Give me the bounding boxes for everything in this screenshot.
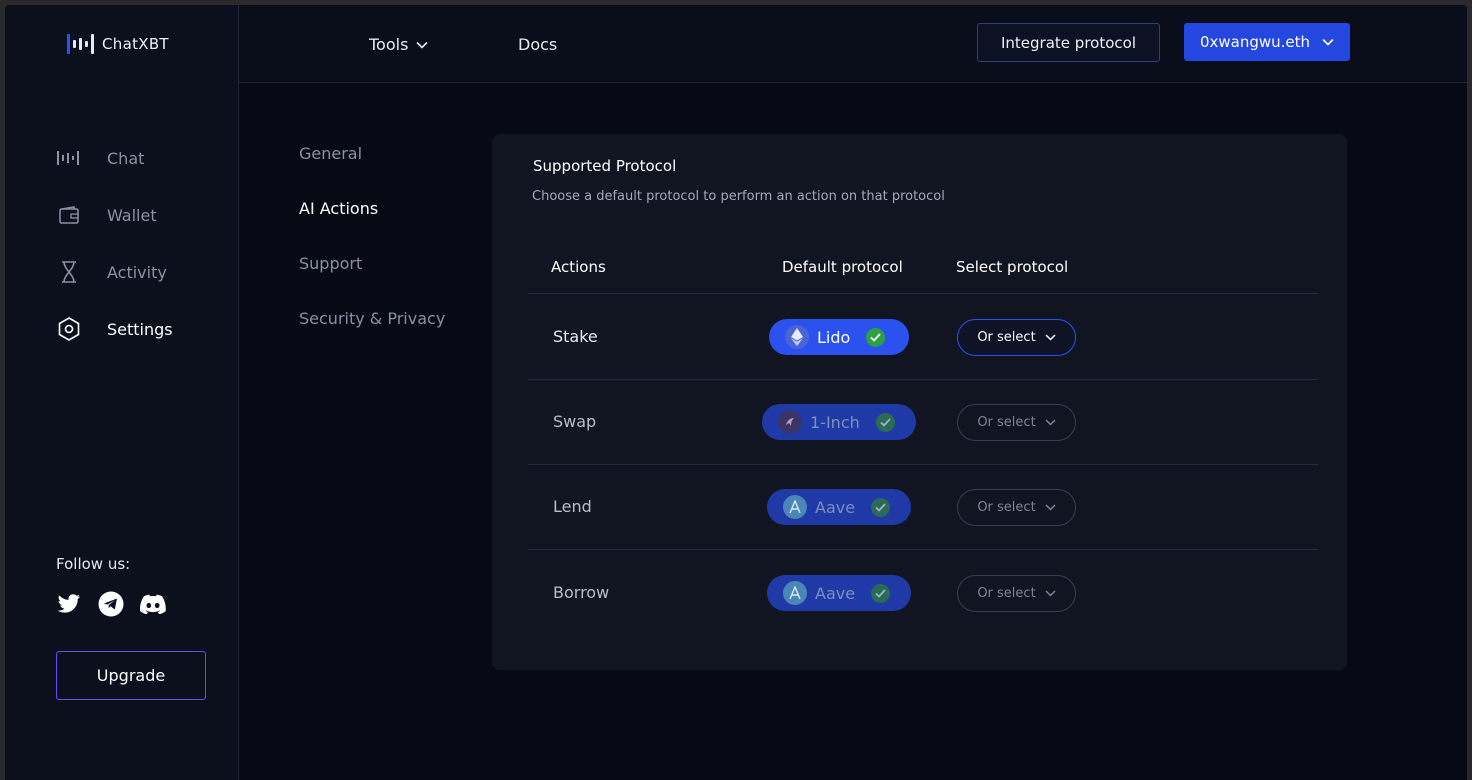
wallet-address: 0xwangwu.eth	[1199, 33, 1311, 51]
sidebar-item-settings[interactable]: Settings	[57, 310, 173, 348]
select-protocol-dropdown[interactable]: Or select	[957, 575, 1076, 612]
column-header-select-protocol: Select protocol	[956, 258, 1069, 276]
discord-icon[interactable]	[140, 591, 166, 617]
action-name: Swap	[553, 412, 597, 431]
aave-icon	[783, 495, 807, 519]
sidebar-item-wallet[interactable]: Wallet	[57, 196, 173, 234]
chevron-down-icon	[1322, 38, 1334, 46]
protocol-name: Aave	[815, 583, 856, 603]
action-name: Borrow	[553, 583, 610, 602]
protocol-name: Aave	[815, 497, 856, 517]
sidebar-nav: Chat Wallet Activity Settings	[57, 139, 173, 367]
follow-label: Follow us:	[56, 555, 131, 573]
settings-tab-support[interactable]: Support	[299, 254, 445, 309]
oneinch-icon	[778, 410, 802, 434]
table-row: Borrow Aave Or select	[528, 551, 1318, 636]
action-name: Lend	[553, 497, 592, 516]
wallet-account-button[interactable]: 0xwangwu.eth	[1184, 23, 1350, 61]
protocol-name: 1-Inch	[810, 412, 860, 432]
select-protocol-dropdown[interactable]: Or select	[957, 319, 1076, 356]
column-header-default-protocol: Default protocol	[782, 258, 903, 276]
telegram-icon[interactable]	[98, 591, 124, 617]
hourglass-icon	[57, 260, 81, 284]
aave-icon	[783, 581, 807, 605]
chevron-down-icon	[1045, 590, 1056, 597]
table-row: Stake Lido Or select	[528, 295, 1318, 380]
card-subtitle: Choose a default protocol to perform an …	[532, 189, 945, 204]
sidebar-item-label: Activity	[107, 262, 167, 282]
select-label: Or select	[977, 500, 1036, 515]
hexagon-settings-icon	[57, 317, 81, 341]
settings-tab-security-privacy[interactable]: Security & Privacy	[299, 309, 445, 364]
chevron-down-icon	[1045, 334, 1056, 341]
select-protocol-dropdown[interactable]: Or select	[957, 489, 1076, 526]
brand-name: ChatXBT	[102, 35, 169, 53]
sidebar-item-label: Wallet	[107, 205, 157, 225]
sidebar-item-label: Settings	[107, 319, 173, 339]
docs-link[interactable]: Docs	[518, 35, 557, 54]
integrate-protocol-button[interactable]: Integrate protocol	[977, 23, 1160, 62]
chatxbt-logo-icon	[67, 34, 94, 54]
select-protocol-dropdown[interactable]: Or select	[957, 404, 1076, 441]
sidebar: ChatXBT Chat Wallet Activity Settings Fo…	[5, 5, 239, 780]
twitter-icon[interactable]	[56, 591, 82, 617]
select-label: Or select	[977, 586, 1036, 601]
default-protocol-chip[interactable]: Lido	[769, 319, 909, 355]
app-window: ChatXBT Chat Wallet Activity Settings Fo…	[5, 5, 1467, 780]
select-label: Or select	[977, 415, 1036, 430]
chevron-down-icon	[1045, 419, 1056, 426]
check-icon	[866, 327, 886, 347]
wallet-icon	[57, 203, 81, 227]
chevron-down-icon	[1045, 504, 1056, 511]
sidebar-item-label: Chat	[107, 148, 145, 168]
table-header: Actions Default protocol Select protocol	[528, 250, 1318, 294]
integrate-label: Integrate protocol	[1001, 33, 1136, 52]
check-icon	[875, 412, 895, 432]
social-links	[56, 591, 166, 617]
check-icon	[871, 497, 891, 517]
upgrade-button[interactable]: Upgrade	[56, 651, 206, 700]
column-header-actions: Actions	[551, 258, 606, 276]
table-row: Swap 1-Inch Or select	[528, 380, 1318, 465]
select-label: Or select	[977, 330, 1036, 345]
settings-tab-general[interactable]: General	[299, 144, 445, 199]
docs-label: Docs	[518, 35, 558, 54]
soundwave-icon	[57, 146, 81, 170]
sidebar-item-chat[interactable]: Chat	[57, 139, 173, 177]
action-name: Stake	[553, 327, 598, 346]
tools-menu[interactable]: Tools	[369, 35, 428, 54]
topbar: Tools Docs Integrate protocol 0xwangwu.e…	[239, 5, 1467, 83]
default-protocol-chip[interactable]: Aave	[767, 489, 911, 525]
settings-submenu: General AI Actions Support Security & Pr…	[299, 144, 445, 364]
card-title: Supported Protocol	[533, 157, 677, 175]
supported-protocol-card: Supported Protocol Choose a default prot…	[492, 134, 1347, 670]
ethereum-icon	[785, 325, 809, 349]
default-protocol-chip[interactable]: 1-Inch	[762, 404, 916, 440]
chevron-down-icon	[416, 41, 428, 49]
protocol-name: Lido	[817, 327, 851, 347]
settings-tab-ai-actions[interactable]: AI Actions	[299, 199, 445, 254]
tools-label: Tools	[369, 35, 409, 54]
sidebar-item-activity[interactable]: Activity	[57, 253, 173, 291]
check-icon	[871, 583, 891, 603]
table-row: Lend Aave Or select	[528, 465, 1318, 550]
logo[interactable]: ChatXBT	[67, 34, 169, 54]
default-protocol-chip[interactable]: Aave	[767, 575, 911, 611]
